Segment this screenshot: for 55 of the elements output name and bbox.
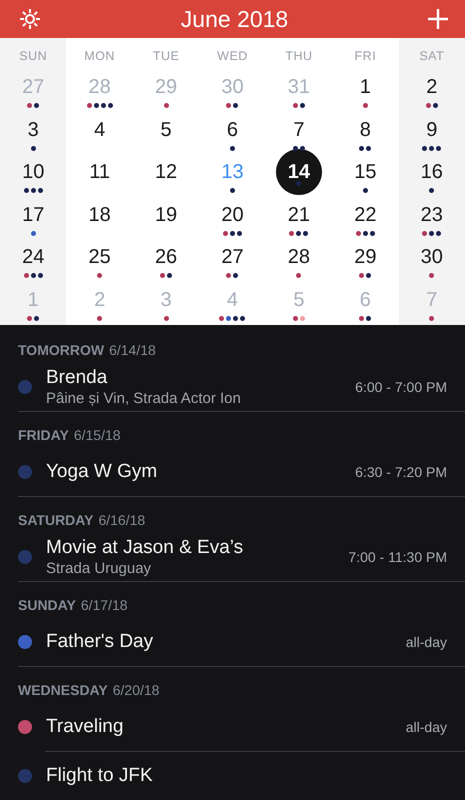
event-title[interactable]: Movie at Jason & Eva’s [46, 537, 348, 559]
day-number[interactable]: 26 [151, 242, 182, 272]
event-location: Strada Uruguay [46, 560, 152, 577]
section-date: 6/20/18 [112, 682, 160, 698]
event-time: 7:00 - 11:30 PM [348, 549, 447, 565]
settings-icon [18, 7, 42, 31]
section-date: 6/16/18 [98, 512, 146, 528]
section-day: TOMORROW [18, 342, 104, 358]
event-time: 6:30 - 7:20 PM [355, 464, 447, 480]
day-number[interactable]: 25 [84, 242, 115, 272]
event-time: 6:00 - 7:00 PM [355, 379, 447, 395]
day-number[interactable]: 19 [151, 200, 182, 230]
day-number[interactable]: 18 [84, 200, 115, 230]
weekday-label: SUN [19, 48, 48, 62]
day-number[interactable]: 28 [284, 242, 314, 272]
section-date: 6/14/18 [109, 342, 156, 358]
event-title[interactable]: Yoga W Gym [46, 461, 356, 483]
section-day: FRIDAY [18, 427, 69, 443]
day-number[interactable]: 29 [350, 242, 380, 272]
section-day: WEDNESDAY [18, 682, 108, 698]
day-number[interactable]: 27 [217, 242, 248, 272]
day-number[interactable]: 20 [217, 200, 248, 230]
selected-day[interactable]: 14 [276, 149, 322, 195]
weekday-label: FRI [354, 48, 376, 62]
day-number[interactable]: 11 [84, 157, 115, 187]
day-number[interactable]: 4 [84, 114, 115, 144]
add-button[interactable] [427, 8, 449, 30]
event-title[interactable]: Father's Day [46, 631, 406, 653]
settings-button[interactable] [18, 7, 42, 31]
month-title[interactable]: June 2018 [180, 6, 288, 32]
weekday-label: SAT [419, 48, 444, 62]
day-number[interactable]: 1 [350, 72, 380, 102]
section-date: 6/15/18 [74, 427, 121, 443]
add-icon [427, 8, 449, 30]
weekday-label: MON [84, 48, 115, 62]
day-number[interactable]: 12 [151, 157, 182, 187]
day-number[interactable]: 7 [284, 114, 314, 144]
day-number[interactable]: 8 [350, 114, 380, 144]
event-time: all-day [406, 634, 447, 650]
weekday-label: WED [217, 48, 248, 62]
day-number[interactable]: 6 [217, 114, 248, 144]
day-number[interactable]: 15 [350, 157, 380, 187]
event-time: all-day [406, 719, 447, 735]
event-title[interactable]: Flight to JFK [46, 765, 447, 787]
weekday-label: THU [285, 48, 313, 62]
day-number[interactable]: 5 [151, 114, 182, 144]
event-title[interactable]: Traveling [46, 716, 406, 738]
day-number[interactable]: 22 [350, 200, 380, 230]
section-day: SUNDAY [18, 597, 76, 613]
weekday-label: TUE [152, 48, 180, 62]
event-location: Pâine și Vin, Strada Actor Ion [46, 390, 242, 407]
day-number[interactable]: 21 [284, 200, 314, 230]
event-title[interactable]: Brenda [46, 367, 356, 389]
section-date: 6/17/18 [80, 597, 128, 613]
section-day: SATURDAY [18, 512, 94, 528]
